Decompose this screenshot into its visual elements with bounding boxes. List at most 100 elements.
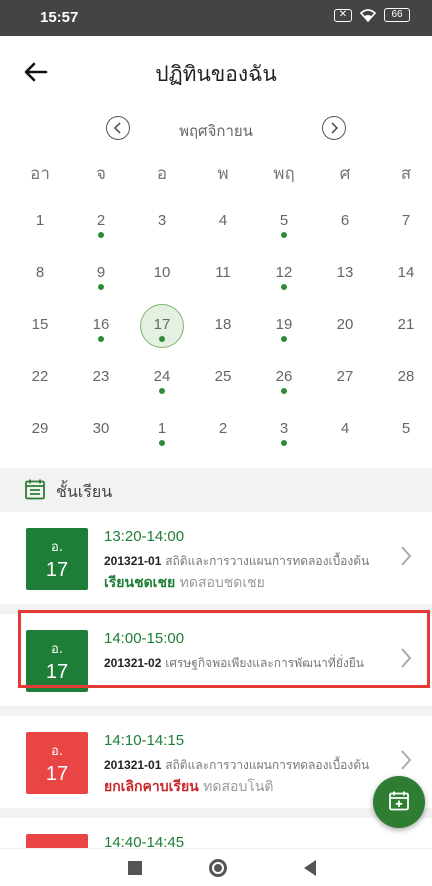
date-badge: อ.17: [26, 630, 88, 692]
calendar-day[interactable]: 11: [193, 252, 253, 296]
day-number: 14: [397, 264, 415, 281]
day-number: 26: [275, 368, 293, 385]
date-weekday: อ.: [51, 540, 63, 555]
calendar-day[interactable]: 30: [71, 408, 131, 452]
add-event-button[interactable]: [373, 776, 425, 828]
class-title: 201321-01 สถิติและการวางแผนการทดลองเบื้อ…: [104, 756, 389, 775]
triangle-back-icon[interactable]: [304, 860, 316, 876]
day-number: 24: [153, 368, 171, 385]
calendar-day[interactable]: 21: [376, 304, 432, 348]
date-badge: อ.17: [26, 834, 88, 848]
chevron-right-icon: [401, 750, 412, 770]
calendar-day[interactable]: 4: [315, 408, 375, 452]
calendar-day[interactable]: 12: [254, 252, 314, 296]
month-navigation: พฤศจิกายน: [0, 110, 432, 146]
weekday-label: ส: [400, 164, 412, 184]
class-time: 14:40-14:45: [104, 834, 185, 848]
calendar-day[interactable]: 23: [71, 356, 131, 400]
calendar-day[interactable]: 15: [10, 304, 70, 348]
weekday-header: อา จ อ พ พฤ ศ ส: [0, 160, 432, 190]
day-number: 30: [92, 420, 110, 437]
day-number: 18: [214, 316, 232, 333]
square-icon[interactable]: [128, 861, 142, 875]
calendar-day[interactable]: 2: [71, 200, 131, 244]
day-number: 27: [336, 368, 354, 385]
date-badge: อ.17: [26, 528, 88, 590]
day-number: 10: [153, 264, 171, 281]
day-number: 1: [157, 420, 167, 437]
app-bar: ปฏิทินของฉัน: [0, 36, 432, 108]
calendar-day[interactable]: 3: [132, 200, 192, 244]
calendar-day[interactable]: 13: [315, 252, 375, 296]
month-label: พฤศจิกายน: [179, 122, 253, 140]
calendar-day[interactable]: 27: [315, 356, 375, 400]
calendar-day[interactable]: 2: [193, 408, 253, 452]
calendar-day[interactable]: 4: [193, 200, 253, 244]
list-divider: [0, 808, 432, 818]
date-weekday: อ.: [51, 744, 63, 759]
event-dot: [159, 388, 165, 394]
calendar-day[interactable]: 1: [132, 408, 192, 452]
circle-icon[interactable]: [209, 859, 227, 877]
day-number: 28: [397, 368, 415, 385]
day-number: 23: [92, 368, 110, 385]
status-label: เรียนชดเชย: [104, 575, 176, 591]
day-number: 5: [401, 420, 411, 437]
calendar-day[interactable]: 18: [193, 304, 253, 348]
calendar-day-selected[interactable]: 17: [132, 304, 192, 348]
calendar-day[interactable]: 8: [10, 252, 70, 296]
day-number: 21: [397, 316, 415, 333]
calendar-day[interactable]: 20: [315, 304, 375, 348]
day-number: 17: [153, 316, 171, 333]
class-name: สถิติและการวางแผนการทดลองเบื้องต้น: [165, 554, 370, 568]
class-item[interactable]: อ. 17 14:10-14:15 201321-01 สถิติและการวางแ…: [0, 716, 432, 808]
calendar-day[interactable]: 16: [71, 304, 131, 348]
calendar-day[interactable]: 5: [376, 408, 432, 452]
calendar-day[interactable]: 7: [376, 200, 432, 244]
class-status: ยกเลิกคาบเรียน ทดสอบโนติ: [104, 776, 274, 798]
calendar-day[interactable]: 14: [376, 252, 432, 296]
day-number: 20: [336, 316, 354, 333]
day-number: 25: [214, 368, 232, 385]
class-status: เรียนชดเชย ทดสอบชดเชย: [104, 572, 265, 594]
class-item[interactable]: อ. 17 13:20-14:00 201321-01 สถิติและการวางแ…: [0, 512, 432, 604]
day-number: 2: [96, 212, 106, 229]
calendar-day[interactable]: 1: [10, 200, 70, 244]
next-month-button[interactable]: [322, 116, 346, 140]
calendar-day[interactable]: 24: [132, 356, 192, 400]
class-title: 201321-01 สถิติและการวางแผนการทดลองเบื้อ…: [104, 552, 389, 571]
calendar-day[interactable]: 28: [376, 356, 432, 400]
status-note: ทดสอบชดเชย: [179, 575, 265, 591]
day-number: 16: [92, 316, 110, 333]
day-number: 4: [218, 212, 228, 229]
class-item[interactable]: อ. 17 14:00-15:00 201321-02 เศรษฐกิจพอเพียง…: [0, 614, 432, 706]
weekday-label: พฤ: [273, 164, 295, 184]
calendar-day[interactable]: 29: [10, 408, 70, 452]
class-title: 201321-02 เศรษฐกิจพอเพียงและการพัฒนาที่ย…: [104, 654, 389, 673]
weekday-label: อ: [156, 164, 168, 184]
calendar-day[interactable]: 19: [254, 304, 314, 348]
weekday-label: อา: [30, 164, 50, 184]
calendar-day[interactable]: 5: [254, 200, 314, 244]
day-number: 7: [401, 212, 411, 229]
class-item[interactable]: อ.1714:40-14:45201321-01 สถิติและการวางแ…: [0, 818, 432, 848]
calendar-day[interactable]: 3: [254, 408, 314, 452]
calendar-day[interactable]: 25: [193, 356, 253, 400]
calendar-day[interactable]: 6: [315, 200, 375, 244]
day-number: 22: [31, 368, 49, 385]
section-title: ชั้นเรียน: [56, 482, 113, 501]
x-box-icon: ✕: [334, 8, 352, 22]
day-number: 3: [279, 420, 289, 437]
calendar-day[interactable]: 26: [254, 356, 314, 400]
calendar-day[interactable]: 10: [132, 252, 192, 296]
day-number: 3: [157, 212, 167, 229]
status-time: 15:57: [40, 9, 79, 26]
status-note: ทดสอบโนติ: [203, 779, 274, 795]
day-number: 19: [275, 316, 293, 333]
wifi-icon: [360, 9, 376, 22]
event-dot: [281, 440, 287, 446]
calendar-day[interactable]: 9: [71, 252, 131, 296]
calendar-day[interactable]: 22: [10, 356, 70, 400]
day-number: 2: [218, 420, 228, 437]
chevron-right-icon: [331, 122, 339, 134]
